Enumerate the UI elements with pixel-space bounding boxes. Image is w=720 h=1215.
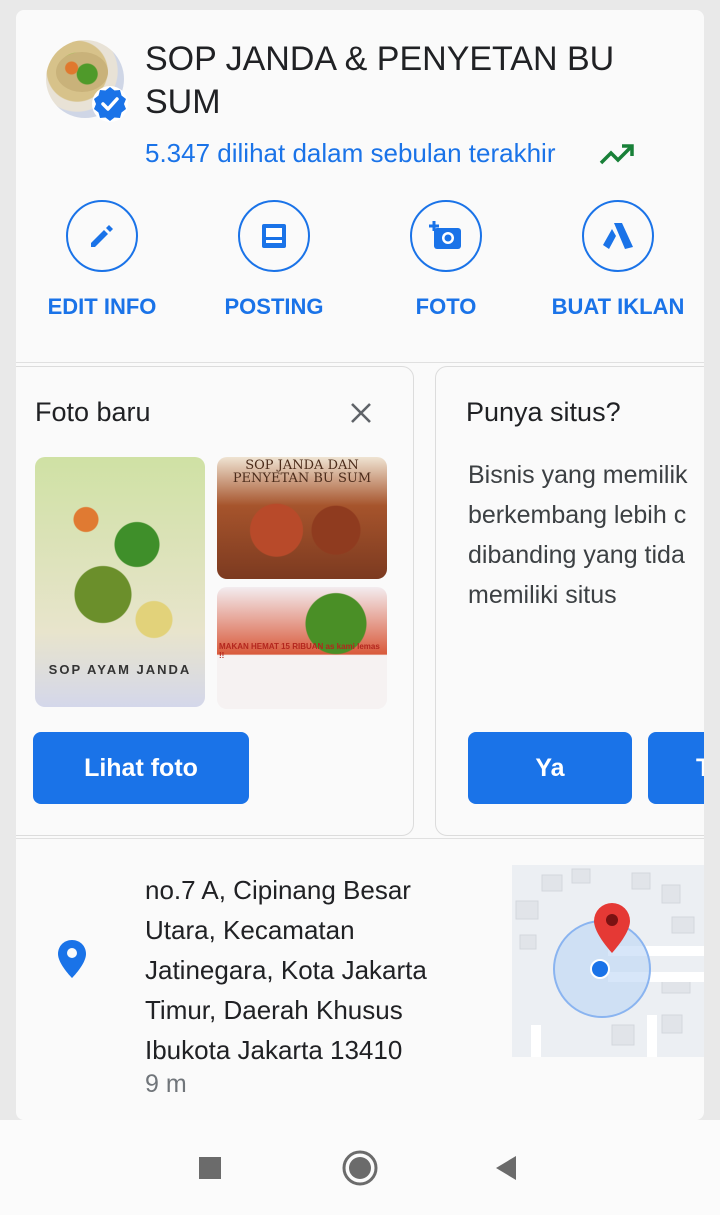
quick-actions: EDIT INFO POSTING FOTO BUAT IKLAN <box>16 198 704 338</box>
photo-thumbnail[interactable]: MAKAN HEMAT 15 RIBUAN as kami lemas !! <box>217 587 387 709</box>
photo-caption: MAKAN HEMAT 15 RIBUAN as kami lemas !! <box>219 642 380 660</box>
divider <box>16 362 704 363</box>
foto-button[interactable]: FOTO <box>360 198 532 338</box>
buat-iklan-button[interactable]: BUAT IKLAN <box>532 198 704 338</box>
ads-icon <box>603 223 633 249</box>
website-prompt-line: dibanding yang tida <box>468 541 685 569</box>
divider <box>16 838 704 839</box>
location-pin-icon <box>58 940 86 978</box>
map-thumbnail[interactable] <box>512 865 704 1057</box>
edit-info-label: EDIT INFO <box>47 294 157 319</box>
business-name: SOP JANDA & PENYETAN BU SUM <box>145 40 615 121</box>
new-photos-title: Foto baru <box>35 397 151 427</box>
view-photos-button[interactable]: Lihat foto <box>33 732 249 804</box>
add-photo-icon <box>429 221 461 249</box>
website-prompt-line: memiliki situs <box>468 581 617 609</box>
website-prompt-text: Bisnis yang memilik berkembang lebih c d… <box>468 455 704 615</box>
photo-thumbnail[interactable]: SOP JANDA DAN PENYETAN BU SUM <box>217 457 387 579</box>
edit-info-button[interactable]: EDIT INFO <box>16 198 188 338</box>
back-icon[interactable] <box>486 1148 526 1188</box>
monthly-views[interactable]: 5.347 dilihat dalam sebulan terakhir <box>145 138 555 169</box>
photo-thumbnail[interactable]: SOP AYAM JANDA <box>35 457 205 707</box>
website-prompt-line: berkembang lebih c <box>468 501 687 529</box>
business-address[interactable]: no.7 A, Cipinang Besar Utara, Kecamatan … <box>145 870 475 1070</box>
recent-apps-icon[interactable] <box>190 1148 230 1188</box>
verified-badge-icon <box>92 86 128 122</box>
posting-label: POSTING <box>224 294 324 319</box>
post-icon <box>262 224 286 248</box>
posting-button[interactable]: POSTING <box>188 198 360 338</box>
system-navigation-bar <box>0 1120 720 1215</box>
pencil-icon <box>91 225 113 247</box>
website-prompt-card: Punya situs? Bisnis yang memilik berkemb… <box>435 366 704 836</box>
website-prompt-line: Bisnis yang memilik <box>468 461 688 489</box>
map-graphic <box>512 865 704 1057</box>
trending-up-icon <box>599 144 634 165</box>
close-icon[interactable] <box>347 399 375 427</box>
new-photos-card: Foto baru SOP AYAM JANDA SOP JANDA DAN P… <box>16 366 414 836</box>
business-profile-card: SOP JANDA & PENYETAN BU SUM 5.347 diliha… <box>16 10 704 1120</box>
photo-caption: SOP AYAM JANDA <box>48 662 192 677</box>
yes-button[interactable]: Ya <box>468 732 632 804</box>
home-icon[interactable] <box>340 1148 380 1188</box>
website-prompt-title: Punya situs? <box>466 397 621 427</box>
distance-label: 9 m <box>145 1070 187 1098</box>
buat-iklan-label: BUAT IKLAN <box>551 294 685 319</box>
photo-caption: SOP JANDA DAN PENYETAN BU SUM <box>232 458 372 486</box>
no-button[interactable]: T <box>648 732 704 804</box>
foto-label: FOTO <box>415 294 477 319</box>
